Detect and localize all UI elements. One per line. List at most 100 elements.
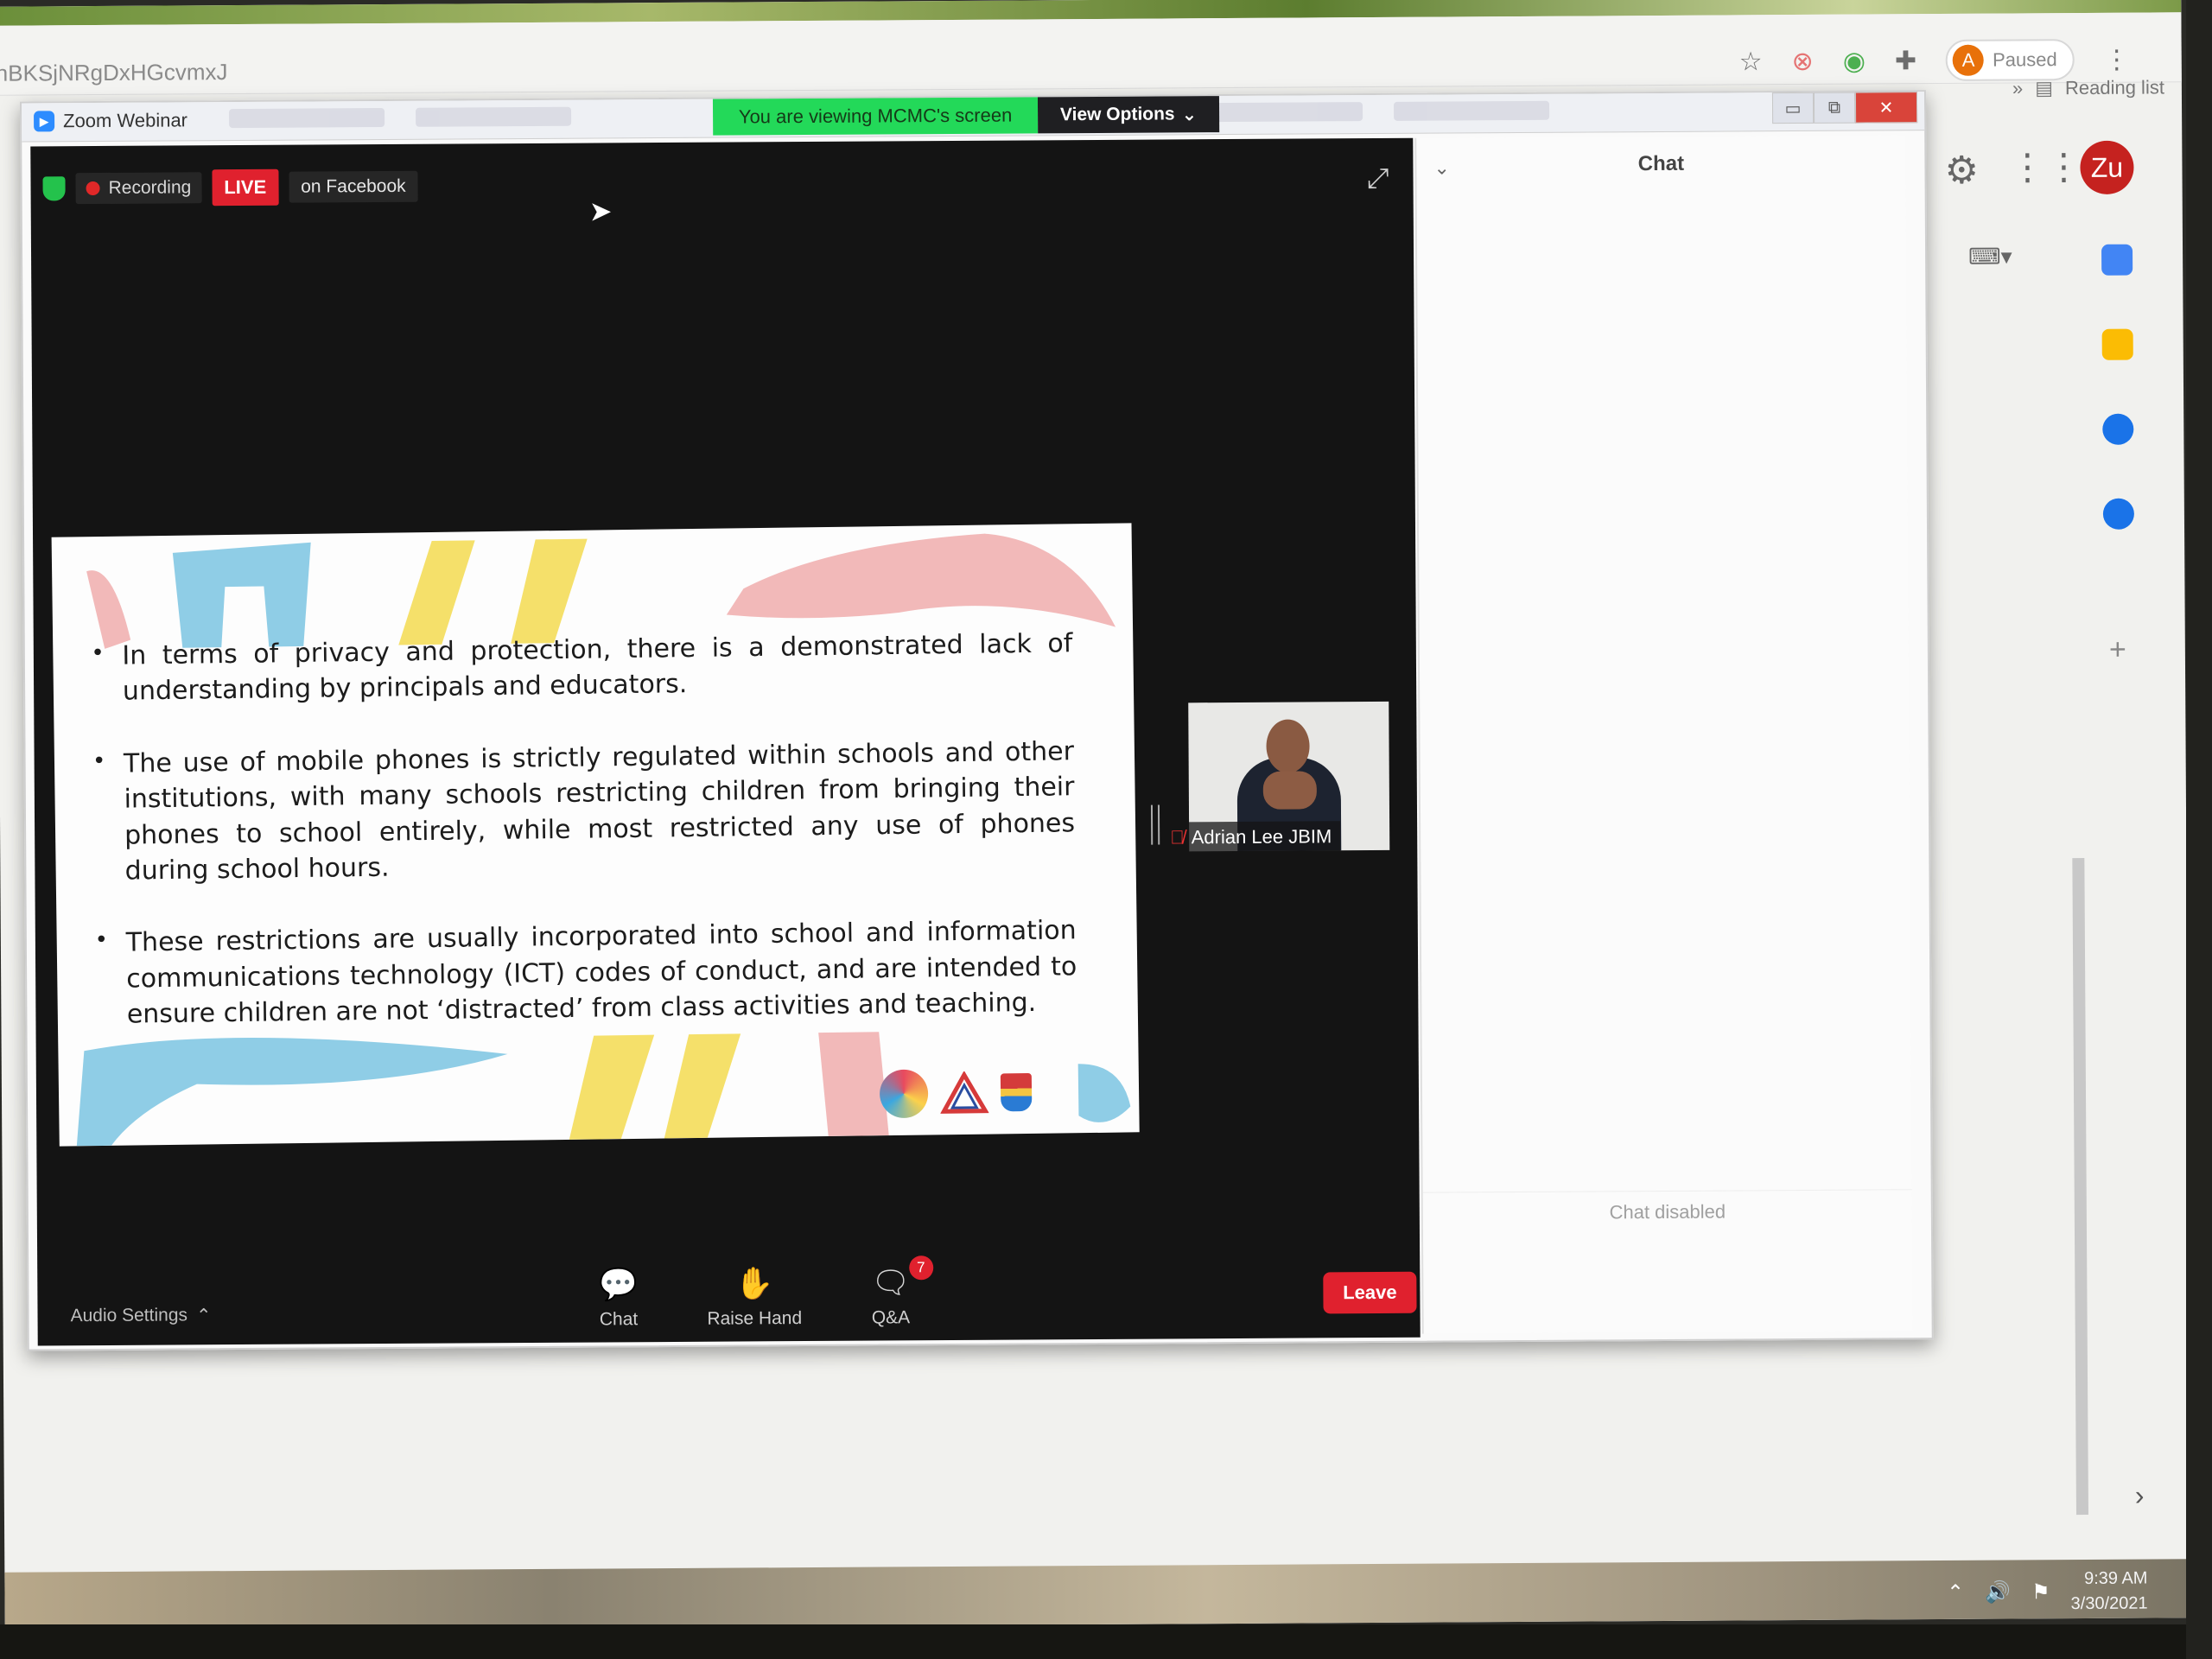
reading-list-icon: ▤ (2035, 77, 2054, 99)
chat-button-label: Chat (599, 1309, 639, 1330)
background-tab (416, 106, 572, 127)
kebab-menu-icon[interactable]: ⋮ (2104, 44, 2130, 74)
triangle-logo-shape (940, 1071, 989, 1114)
raise-hand-label: Raise Hand (707, 1308, 803, 1329)
chevron-up-icon[interactable]: ⌃ (1947, 1580, 1964, 1605)
reading-list-button[interactable]: » ▤ Reading list (2012, 76, 2164, 99)
reading-list-label: Reading list (2064, 76, 2164, 99)
contacts-app-icon[interactable] (2102, 498, 2135, 530)
browser-action-icons: ☆ ⊗ ◉ ✚ A Paused ⋮ (1739, 39, 2130, 83)
window-controls: ▭ ⧉ ✕ (1771, 92, 1918, 124)
leave-button[interactable]: Leave (1323, 1271, 1417, 1314)
window-title: ▶ Zoom Webinar (34, 109, 188, 132)
action-center-flag-icon[interactable]: ⚑ (2031, 1580, 2050, 1605)
slide-bullet: The use of mobile phones is strictly reg… (89, 734, 1076, 889)
page-scrollbar[interactable] (2072, 857, 2088, 1516)
hand-icon: ✋ (734, 1265, 774, 1301)
window-title-text: Zoom Webinar (63, 109, 188, 132)
zoom-logo-icon: ▶ (34, 111, 55, 132)
tasks-app-icon[interactable] (2102, 413, 2134, 445)
star-icon[interactable]: ☆ (1739, 47, 1763, 77)
profile-status: Paused (1992, 48, 2057, 71)
raise-hand-button[interactable]: ✋ Raise Hand (707, 1265, 802, 1330)
participant-name: Adrian Lee JBIM (1191, 825, 1332, 849)
system-clock[interactable]: 9:39 AM 3/30/2021 (2070, 1567, 2148, 1618)
background-tab (1393, 100, 1550, 121)
qa-button[interactable]: 🗨 7 Q&A (870, 1255, 933, 1328)
monitor-bezel-bottom (0, 1624, 2212, 1659)
background-tab (229, 107, 385, 129)
more-tabs-icon[interactable]: » (2012, 77, 2023, 99)
extension-globe-icon[interactable]: ◉ (1843, 46, 1866, 76)
participant-hands (1262, 771, 1317, 810)
live-destination: on Facebook (289, 170, 418, 203)
participant-head (1266, 719, 1310, 773)
expand-panel-icon[interactable]: › (2135, 1480, 2145, 1512)
account-avatar[interactable]: Zu (2080, 140, 2134, 195)
security-shield-icon[interactable] (42, 176, 66, 201)
recording-dot-icon (86, 181, 100, 196)
meeting-toolbar: 💬 Chat ✋ Raise Hand 🗨 7 Q&A (599, 1255, 933, 1330)
slide-blob-blue (172, 542, 311, 648)
participant-name-tag: 🎙̸ Adrian Lee JBIM (1165, 821, 1341, 854)
fullscreen-icon[interactable]: ⤢ (1367, 162, 1389, 195)
calendar-app-icon[interactable] (2101, 244, 2133, 276)
clock-time: 9:39 AM (2083, 1568, 2148, 1589)
volume-icon[interactable]: 🔊 (1985, 1580, 2011, 1605)
chat-divider (1422, 1189, 1912, 1193)
chat-bubble-icon: 💬 (599, 1266, 639, 1302)
profile-button[interactable]: A Paused (1945, 39, 2075, 81)
live-badge[interactable]: LIVE (212, 168, 279, 207)
meeting-status-bar: Recording LIVE on Facebook (42, 168, 418, 207)
chevron-up-icon: ⌃ (195, 1306, 212, 1326)
presentation-slide: In terms of privacy and protection, ther… (51, 523, 1140, 1147)
puzzle-icon[interactable]: ✚ (1895, 46, 1916, 76)
qa-bubbles-icon: 🗨 (870, 1264, 911, 1300)
sponsor-logos (879, 1067, 1105, 1119)
zoom-webinar-window: ▶ Zoom Webinar You are viewing MCMC's sc… (19, 90, 1934, 1351)
slide-bullet-list: In terms of privacy and protection, ther… (87, 626, 1077, 1069)
keep-app-icon[interactable] (2101, 328, 2133, 360)
slide-bullet: In terms of privacy and protection, ther… (87, 626, 1073, 710)
recording-label: Recording (108, 177, 192, 198)
colorful-globe-logo (879, 1069, 929, 1119)
browser-toolbar: nBKSjNRgDxHGcvmxJ ☆ ⊗ ◉ ✚ A Paused ⋮ (0, 12, 2182, 96)
close-button[interactable]: ✕ (1854, 92, 1918, 124)
view-options-label: View Options (1059, 104, 1175, 125)
minimize-button[interactable]: ▭ (1771, 92, 1815, 124)
system-tray: ⌃ 🔊 ⚑ 9:39 AM 3/30/2021 (1947, 1567, 2148, 1618)
keyboard-icon[interactable]: ⌨▾ (1968, 243, 2012, 270)
chat-disabled-message: Chat disabled (1609, 1200, 1726, 1224)
slide-bullet: These restrictions are usually incorpora… (91, 913, 1077, 1033)
qa-button-label: Q&A (871, 1307, 911, 1328)
slide-blob-yellow (398, 540, 475, 645)
extension-blocked-icon[interactable]: ⊗ (1792, 46, 1814, 76)
splitter-handle[interactable] (1150, 804, 1160, 845)
triangle-logo (940, 1071, 989, 1114)
monitor-bezel-right (2186, 0, 2212, 1659)
slide-blob-pink (86, 570, 131, 649)
monitor-screen: nBKSjNRgDxHGcvmxJ ☆ ⊗ ◉ ✚ A Paused ⋮ » ▤… (0, 0, 2191, 1631)
clock-date: 3/30/2021 (2070, 1593, 2148, 1614)
university-logo-text (1044, 1091, 1104, 1092)
chat-panel: ⌄ Chat Chat disabled (1414, 135, 1913, 1334)
qa-count-badge: 7 (908, 1255, 933, 1281)
view-options-button[interactable]: View Options ⌄ (1037, 96, 1220, 134)
recording-indicator[interactable]: Recording (75, 172, 202, 205)
chevron-down-icon: ⌄ (1181, 104, 1198, 124)
university-crest-logo (1000, 1072, 1033, 1112)
chat-panel-title: Chat (1637, 151, 1685, 176)
zoom-titlebar: ▶ Zoom Webinar You are viewing MCMC's sc… (21, 92, 1925, 143)
profile-avatar: A (1952, 44, 1985, 76)
chat-button[interactable]: 💬 Chat (599, 1266, 638, 1330)
background-tab (1206, 102, 1363, 123)
windows-taskbar: ⌃ 🔊 ⚑ 9:39 AM 3/30/2021 (4, 1559, 2191, 1631)
screen-share-banner: You are viewing MCMC's screen (712, 97, 1039, 136)
address-bar-text[interactable]: nBKSjNRgDxHGcvmxJ (0, 59, 228, 87)
add-app-icon[interactable]: + (2109, 633, 2126, 667)
gear-icon[interactable]: ⚙ (1944, 149, 1979, 193)
maximize-button[interactable]: ⧉ (1813, 92, 1856, 124)
audio-settings-button[interactable]: Audio Settings ⌃ (70, 1305, 211, 1327)
mouse-cursor-icon: ➤ (588, 195, 613, 227)
shared-screen-area: Recording LIVE on Facebook ➤ ⤢ • In term… (30, 137, 1421, 1346)
